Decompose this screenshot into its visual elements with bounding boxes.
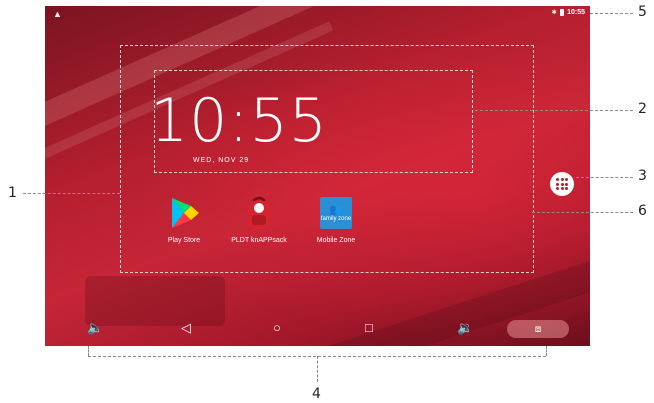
callout-line [532, 212, 633, 213]
screenshot-button[interactable]: ⧈ [507, 320, 569, 338]
volume-up-icon[interactable]: 🔉 [457, 321, 473, 334]
callout-line [546, 346, 547, 356]
back-icon[interactable]: ◁ [181, 321, 191, 334]
app-drawer-icon [556, 178, 568, 190]
callout-line [23, 193, 120, 194]
clock-widget-outline [154, 70, 473, 173]
callout-line [475, 110, 633, 111]
callout-number: 3 [638, 168, 647, 184]
callout-line [590, 13, 633, 14]
home-icon[interactable]: ○ [273, 321, 281, 334]
bluetooth-icon: ∗ [551, 9, 558, 16]
volume-down-icon[interactable]: 🔈 [87, 321, 103, 334]
tablet-screen: ▲ ∗ 10:55 10:55 WED, NOV 29 Play Store P… [45, 6, 590, 346]
callout-number: 2 [638, 101, 647, 117]
callout-number: 4 [312, 386, 321, 402]
camera-icon: ⧈ [534, 323, 542, 335]
callout-line [576, 177, 633, 178]
status-bar-right: ∗ 10:55 [551, 8, 585, 16]
navigation-bar: 🔈 ◁ ○ □ 🔉 ⧈ [45, 312, 590, 346]
callout-number: 1 [8, 185, 17, 201]
callout-number: 5 [638, 4, 647, 20]
battery-icon [560, 8, 565, 16]
recents-icon[interactable]: □ [365, 321, 373, 334]
warning-icon[interactable]: ▲ [53, 9, 62, 19]
status-time: 10:55 [567, 8, 585, 16]
app-drawer-button[interactable] [550, 172, 574, 196]
callout-line [88, 346, 89, 356]
callout-line [317, 356, 318, 382]
callout-number: 6 [638, 203, 647, 219]
